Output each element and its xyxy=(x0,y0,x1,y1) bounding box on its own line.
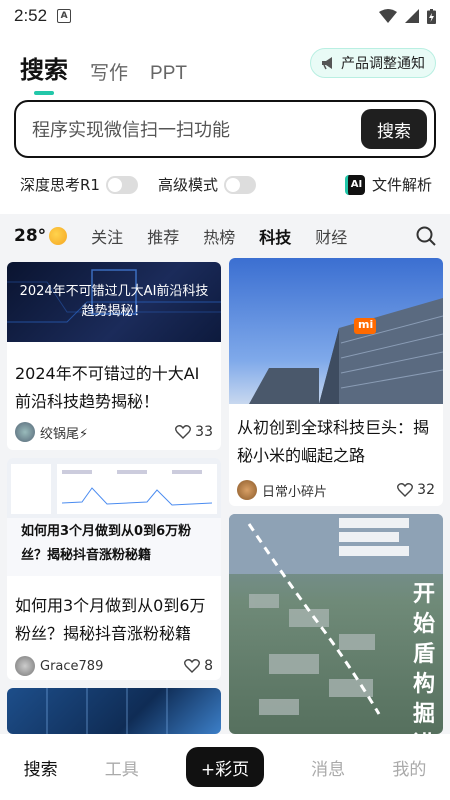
search-box: 搜索 xyxy=(14,100,436,158)
top-tabs: 搜索 写作 PPT xyxy=(20,50,187,95)
file-parse-button[interactable]: AI 文件解析 xyxy=(344,174,432,195)
like-count: 8 xyxy=(204,658,213,674)
card-thumbnail xyxy=(7,688,221,734)
nav-me[interactable]: 我的 xyxy=(392,755,426,780)
tab-tech[interactable]: 科技 xyxy=(259,224,291,248)
advanced-mode-label: 高级模式 xyxy=(157,176,218,194)
deep-think-option: 深度思考R1 xyxy=(20,174,138,195)
status-icons xyxy=(379,8,436,24)
product-notice-label: 产品调整通知 xyxy=(341,56,425,72)
card-title: 如何用3个月做到从0到6万粉丝？揭秘抖音涨粉秘籍 xyxy=(15,596,206,643)
like-count: 32 xyxy=(417,482,435,498)
building-image xyxy=(249,298,443,404)
bottom-nav: 搜索 工具 +彩页 消息 我的 xyxy=(0,734,450,800)
card-thumbnail: 开始盾构掘进 xyxy=(229,514,443,734)
top-panel: 搜索 写作 PPT 产品调整通知 搜索 深度思考R1 高级模式 AI 文件解析 xyxy=(0,32,450,214)
tab-search[interactable]: 搜索 xyxy=(20,50,68,95)
card-thumbnail: mi xyxy=(229,258,443,404)
card-title: 从初创到全球科技巨头：揭秘小米的崛起之路 xyxy=(237,418,430,465)
card-meta: Grace789 8 xyxy=(15,656,213,676)
brand-logo: mi xyxy=(358,318,374,331)
ai-file-icon: AI xyxy=(344,174,365,195)
heart-icon xyxy=(175,425,192,439)
sun-icon xyxy=(49,227,68,245)
search-icon[interactable] xyxy=(416,226,436,246)
options-row: 深度思考R1 高级模式 AI 文件解析 xyxy=(20,174,432,195)
like-button[interactable]: 8 xyxy=(184,658,213,674)
feed-card[interactable]: 如何用3个月做到从0到6万粉丝？揭秘抖音涨粉秘籍 如何用3个月做到从0到6万粉丝… xyxy=(7,458,221,680)
card-thumbnail: 如何用3个月做到从0到6万粉丝？揭秘抖音涨粉秘籍 xyxy=(7,458,221,576)
wifi-icon xyxy=(379,9,397,23)
nav-tools[interactable]: 工具 xyxy=(105,755,139,780)
card-meta: 绞锅尾⚡ 33 xyxy=(15,422,213,442)
weather-temp: 28° xyxy=(14,226,47,246)
signal-icon xyxy=(405,9,419,23)
status-bar: 2:52 A xyxy=(0,0,450,32)
card-author: 日常小碎片 xyxy=(262,484,328,500)
card-author: 绞锅尾⚡ xyxy=(40,426,89,442)
battery-icon xyxy=(427,8,436,24)
feed-card[interactable]: 开始盾构掘进 xyxy=(229,514,443,734)
advanced-mode-toggle[interactable] xyxy=(223,175,256,194)
status-time: 2:52 xyxy=(14,6,48,25)
like-count: 33 xyxy=(195,424,213,440)
nav-search[interactable]: 搜索 xyxy=(24,755,58,780)
heart-icon xyxy=(397,483,414,497)
like-button[interactable]: 33 xyxy=(175,424,213,440)
product-notice-button[interactable]: 产品调整通知 xyxy=(310,48,436,78)
card-thumbnail: 2024年不可错过几大AI前沿科技趋势揭秘！ xyxy=(7,262,221,342)
deep-think-toggle[interactable] xyxy=(105,175,138,194)
advanced-mode-option: 高级模式 xyxy=(158,174,256,195)
card-thumbnail-text: 如何用3个月做到从0到6万粉丝？揭秘抖音涨粉秘籍 xyxy=(21,524,192,563)
file-parse-label: 文件解析 xyxy=(371,176,432,194)
tab-hot[interactable]: 热榜 xyxy=(203,224,235,248)
card-thumbnail-text: 开始盾构掘进 xyxy=(412,582,435,734)
tab-recommend[interactable]: 推荐 xyxy=(147,224,179,248)
nav-create-button[interactable]: +彩页 xyxy=(185,747,264,787)
card-title: 2024年不可错过的十大AI前沿科技趋势揭秘！ xyxy=(15,364,200,411)
tab-ppt[interactable]: PPT xyxy=(150,63,187,85)
heart-icon xyxy=(184,659,201,673)
deep-think-label: 深度思考R1 xyxy=(20,176,100,194)
search-input[interactable] xyxy=(32,118,352,140)
avatar xyxy=(15,422,35,442)
dashboard-screenshot xyxy=(7,458,221,518)
tab-follow[interactable]: 关注 xyxy=(91,224,123,248)
like-button[interactable]: 32 xyxy=(397,482,435,498)
avatar xyxy=(237,480,257,500)
weather-widget[interactable]: 28° xyxy=(14,226,68,246)
category-bar: 28° 关注 推荐 热榜 科技 财经 xyxy=(0,214,450,258)
card-author: Grace789 xyxy=(40,658,104,674)
megaphone-icon xyxy=(322,57,332,70)
feed-card[interactable]: mi 从初创到全球科技巨头：揭秘小米的崛起之路 日常小碎片 32 xyxy=(229,258,443,506)
nav-messages[interactable]: 消息 xyxy=(311,755,345,780)
search-button[interactable]: 搜索 xyxy=(361,109,427,149)
card-thumbnail-text: 2024年不可错过几大AI前沿科技趋势揭秘！ xyxy=(19,284,209,319)
tab-finance[interactable]: 财经 xyxy=(315,224,347,248)
card-meta: 日常小碎片 32 xyxy=(237,480,435,500)
feed-card[interactable]: 2024年不可错过几大AI前沿科技趋势揭秘！ 2024年不可错过的十大AI前沿科… xyxy=(7,262,221,450)
server-room-image xyxy=(46,688,168,734)
tab-write[interactable]: 写作 xyxy=(90,58,128,85)
feed-card[interactable] xyxy=(7,688,221,734)
avatar xyxy=(15,656,35,676)
notification-a-icon: A xyxy=(57,9,72,23)
